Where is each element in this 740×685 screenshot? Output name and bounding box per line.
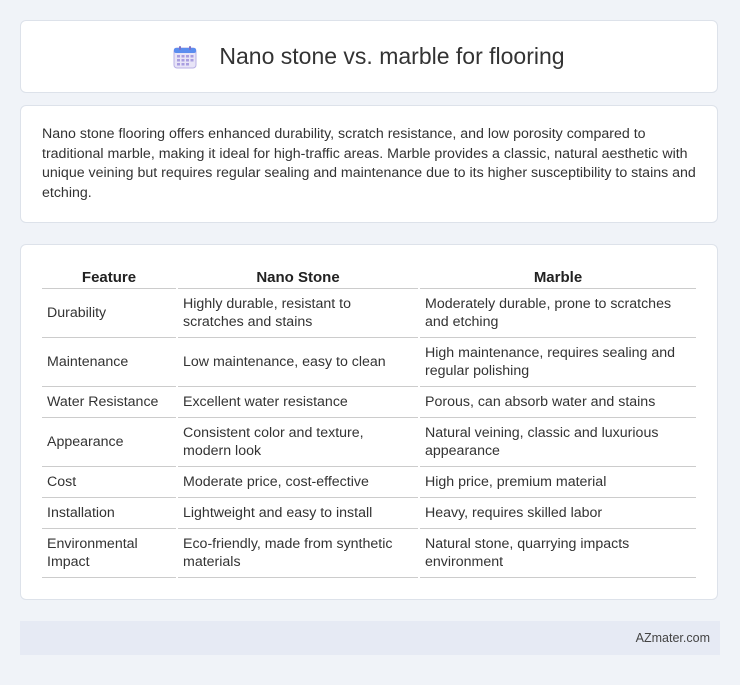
comparison-table: Feature Nano Stone Marble Durability Hig… (40, 265, 698, 578)
nano-stone-cell: Excellent water resistance (178, 387, 418, 418)
calendar-icon (173, 45, 197, 69)
header-feature: Feature (42, 265, 176, 289)
feature-cell: Installation (42, 498, 176, 529)
table-row: Cost Moderate price, cost-effective High… (42, 467, 696, 498)
nano-stone-cell: Lightweight and easy to install (178, 498, 418, 529)
page-title: Nano stone vs. marble for flooring (219, 43, 565, 69)
feature-cell: Appearance (42, 418, 176, 467)
feature-cell: Durability (42, 289, 176, 338)
marble-cell: High maintenance, requires sealing and r… (420, 338, 696, 387)
comparison-table-card: Feature Nano Stone Marble Durability Hig… (20, 244, 718, 600)
nano-stone-cell: Highly durable, resistant to scratches a… (178, 289, 418, 338)
footer-brand: AZmater.com (635, 631, 710, 645)
table-row: Water Resistance Excellent water resista… (42, 387, 696, 418)
header-marble: Marble (420, 265, 696, 289)
table-row: Durability Highly durable, resistant to … (42, 289, 696, 338)
summary-text: Nano stone flooring offers enhanced dura… (42, 126, 696, 201)
title-card: Nano stone vs. marble for flooring (20, 20, 718, 93)
header-nano-stone: Nano Stone (178, 265, 418, 289)
marble-cell: Porous, can absorb water and stains (420, 387, 696, 418)
feature-cell: Cost (42, 467, 176, 498)
marble-cell: Moderately durable, prone to scratches a… (420, 289, 696, 338)
table-row: Installation Lightweight and easy to ins… (42, 498, 696, 529)
nano-stone-cell: Moderate price, cost-effective (178, 467, 418, 498)
feature-cell: Environmental Impact (42, 529, 176, 578)
nano-stone-cell: Eco-friendly, made from synthetic materi… (178, 529, 418, 578)
feature-cell: Maintenance (42, 338, 176, 387)
marble-cell: High price, premium material (420, 467, 696, 498)
summary-card: Nano stone flooring offers enhanced dura… (20, 105, 718, 223)
nano-stone-cell: Consistent color and texture, modern loo… (178, 418, 418, 467)
marble-cell: Heavy, requires skilled labor (420, 498, 696, 529)
marble-cell: Natural veining, classic and luxurious a… (420, 418, 696, 467)
table-row: Appearance Consistent color and texture,… (42, 418, 696, 467)
table-row: Maintenance Low maintenance, easy to cle… (42, 338, 696, 387)
table-row: Environmental Impact Eco-friendly, made … (42, 529, 696, 578)
nano-stone-cell: Low maintenance, easy to clean (178, 338, 418, 387)
marble-cell: Natural stone, quarrying impacts environ… (420, 529, 696, 578)
table-header-row: Feature Nano Stone Marble (42, 265, 696, 289)
footer: AZmater.com (20, 621, 720, 655)
feature-cell: Water Resistance (42, 387, 176, 418)
